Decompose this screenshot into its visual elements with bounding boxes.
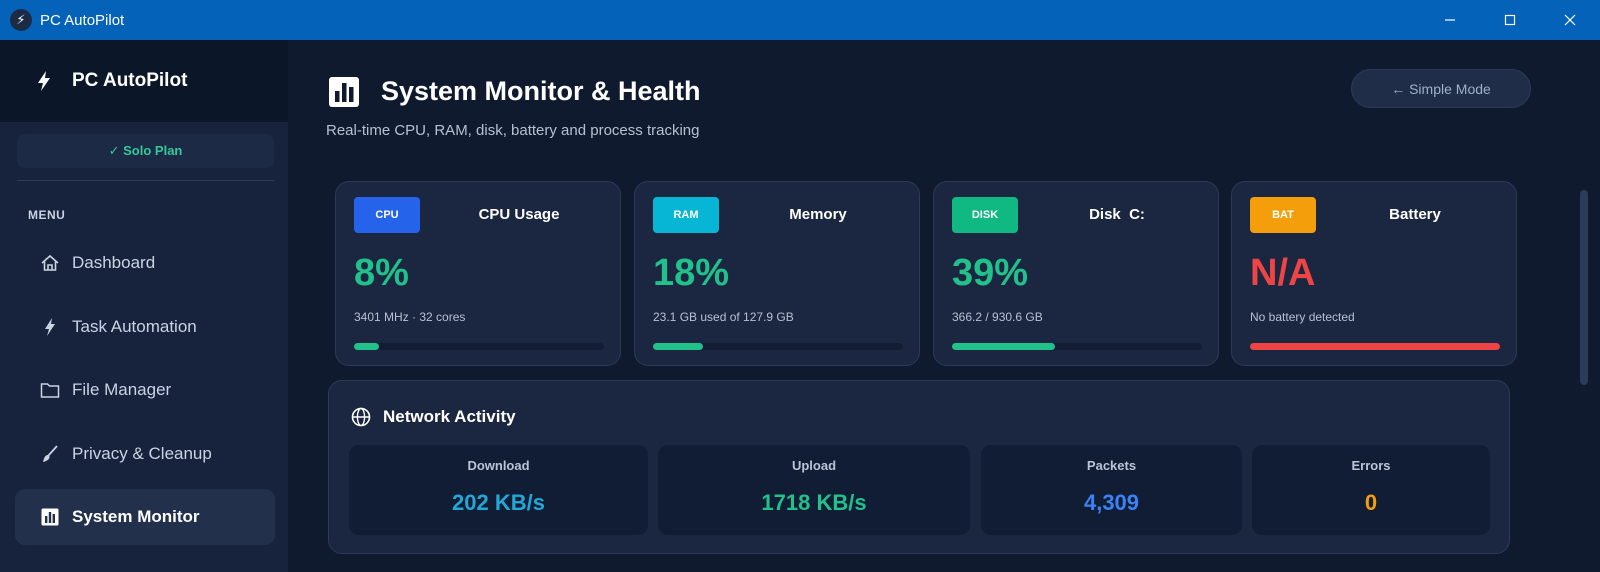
stat-label: Errors (1351, 458, 1391, 473)
metric-cards: CPU CPU Usage 8% 3401 MHz · 32 cores RAM… (335, 181, 1517, 366)
download-stat: Download 202 KB/s (349, 445, 648, 535)
card-value: 8% (354, 252, 409, 294)
stat-value: 0 (1364, 490, 1378, 515)
title-bar: ⚡ PC AutoPilot (0, 0, 1600, 40)
stat-label: Upload (791, 458, 837, 473)
sidebar-item-label: Privacy & Cleanup (72, 443, 212, 463)
memory-card: RAM Memory 18% 23.1 GB used of 127.9 GB (634, 181, 920, 366)
card-title: CPU Usage (478, 206, 560, 223)
sidebar: PC AutoPilot ✓ Solo Plan MENU Dashboard … (0, 40, 288, 572)
maximize-button[interactable] (1480, 0, 1540, 40)
window-title: PC AutoPilot (40, 11, 125, 29)
progress-fill (952, 343, 1055, 350)
stat-value: 1718 KB/s (761, 490, 867, 515)
errors-stat: Errors 0 (1252, 445, 1490, 535)
close-icon (1564, 14, 1576, 26)
home-icon (39, 252, 61, 274)
sidebar-divider (17, 180, 274, 181)
minimize-button[interactable] (1420, 0, 1480, 40)
sidebar-item-label: File Manager (72, 380, 172, 399)
brand-name: PC AutoPilot (72, 70, 188, 91)
brush-icon (39, 443, 61, 465)
sidebar-brand: PC AutoPilot (0, 40, 288, 122)
network-header: Network Activity (351, 407, 516, 427)
disk-card: DISK Disk C: 39% 366.2 / 930.6 GB (933, 181, 1219, 366)
chart-icon (39, 506, 61, 528)
card-value: N/A (1250, 252, 1316, 294)
bat-badge: BAT (1250, 197, 1316, 233)
stat-label: Download (467, 458, 530, 473)
sidebar-item-task-automation[interactable]: Task Automation (15, 299, 275, 355)
page-title: System Monitor & Health (381, 76, 701, 106)
card-detail: 3401 MHz · 32 cores (354, 310, 466, 324)
progress-track (952, 343, 1202, 350)
maximize-icon (1504, 14, 1516, 26)
sidebar-item-file-manager[interactable]: File Manager (15, 362, 275, 418)
window-controls (1420, 0, 1600, 40)
chart-icon (329, 77, 359, 107)
app-logo-icon: ⚡ (10, 9, 32, 31)
network-activity-panel: Network Activity Download 202 KB/s Uploa… (328, 380, 1510, 554)
sidebar-nav: Dashboard Task Automation File Manager P… (15, 235, 275, 553)
card-value: 39% (952, 252, 1029, 294)
menu-label: MENU (28, 208, 66, 222)
folder-icon (39, 379, 61, 401)
sidebar-item-system-monitor[interactable]: System Monitor (15, 489, 275, 545)
plan-badge: ✓ Solo Plan (17, 134, 274, 168)
card-title: Memory (789, 206, 847, 223)
sidebar-item-dashboard[interactable]: Dashboard (15, 235, 275, 291)
card-value: 18% (653, 252, 730, 294)
progress-track (653, 343, 903, 350)
battery-card: BAT Battery N/A No battery detected (1231, 181, 1517, 366)
network-title: Network Activity (383, 407, 516, 426)
close-button[interactable] (1540, 0, 1600, 40)
card-title: Battery (1389, 206, 1441, 223)
cpu-card: CPU CPU Usage 8% 3401 MHz · 32 cores (335, 181, 621, 366)
simple-mode-button[interactable]: ← Simple Mode (1351, 69, 1531, 108)
ram-badge: RAM (653, 197, 719, 233)
sidebar-item-label: System Monitor (72, 507, 200, 526)
stat-value: 4,309 (1083, 490, 1140, 515)
bolt-icon (39, 316, 61, 338)
main-content: System Monitor & Health Real-time CPU, R… (288, 40, 1600, 572)
minimize-icon (1445, 19, 1455, 21)
globe-icon (351, 407, 371, 427)
stat-value: 202 KB/s (452, 490, 545, 515)
page-subtitle: Real-time CPU, RAM, disk, battery and pr… (326, 122, 700, 139)
cpu-badge: CPU (354, 197, 420, 233)
progress-track (354, 343, 604, 350)
scrollbar[interactable] (1580, 190, 1588, 385)
sidebar-item-privacy-cleanup[interactable]: Privacy & Cleanup (15, 426, 275, 482)
card-detail: 23.1 GB used of 127.9 GB (653, 310, 794, 324)
upload-stat: Upload 1718 KB/s (658, 445, 970, 535)
card-detail: No battery detected (1250, 310, 1355, 324)
stat-label: Packets (1086, 458, 1137, 473)
card-detail: 366.2 / 930.6 GB (952, 310, 1043, 324)
progress-fill (653, 343, 703, 350)
card-title: Disk C: (1089, 206, 1145, 223)
disk-badge: DISK (952, 197, 1018, 233)
progress-fill (1250, 343, 1500, 350)
progress-track (1250, 343, 1500, 350)
packets-stat: Packets 4,309 (981, 445, 1242, 535)
bolt-icon (38, 71, 50, 91)
sidebar-item-label: Task Automation (72, 316, 197, 336)
sidebar-item-label: Dashboard (72, 253, 156, 272)
progress-fill (354, 343, 379, 350)
